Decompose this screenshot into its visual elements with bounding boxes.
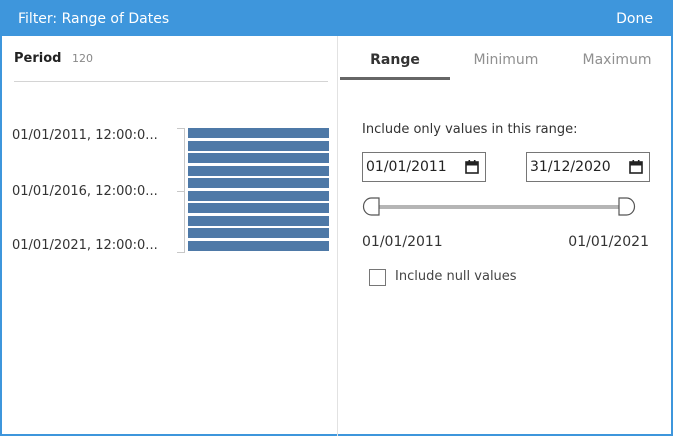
include-null-checkbox[interactable] [369,269,386,286]
tab-maximum[interactable]: Maximum [562,36,672,80]
field-name: Period [14,51,62,66]
tab-minimum[interactable]: Minimum [451,36,561,80]
histogram-bar [188,203,329,213]
filter-dialog: Filter: Range of Dates Done Period 120 0… [0,0,673,436]
end-date-input[interactable]: 31/12/2020 [526,152,650,182]
range-slider[interactable] [362,196,636,218]
histogram-bar [188,153,329,163]
axis-label-end: 01/01/2021, 12:00:0... [12,238,158,253]
include-null-label: Include null values [395,269,517,284]
field-count: 120 [72,52,93,65]
slider-max-label: 01/01/2021 [568,234,649,250]
slider-track[interactable] [372,205,626,209]
slider-handle-min[interactable] [362,197,380,216]
dialog-title: Filter: Range of Dates [18,11,170,27]
field-header: Period 120 [14,50,328,82]
histogram-bar [188,178,329,188]
axis-tick [177,191,184,192]
end-date-value: 31/12/2020 [530,159,611,175]
start-date-input[interactable]: 01/01/2011 [362,152,486,182]
histogram-bars [188,128,330,252]
field-histogram-pane: Period 120 01/01/2011, 12:00:0... 01/01/… [2,36,337,436]
histogram-bar [188,128,329,138]
slider-min-label: 01/01/2011 [362,234,443,250]
histogram-bar [188,166,329,176]
calendar-icon[interactable] [465,160,479,174]
histogram-bar [188,216,329,226]
range-pane: Range Minimum Maximum Include only value… [338,36,671,436]
histogram-bar [188,241,329,251]
axis-label-mid: 01/01/2016, 12:00:0... [12,184,158,199]
range-prompt: Include only values in this range: [362,122,578,137]
axis-tick [177,252,184,253]
dialog-titlebar: Filter: Range of Dates Done [2,2,671,36]
start-date-value: 01/01/2011 [366,159,447,175]
slider-handle-max[interactable] [618,197,636,216]
tab-range[interactable]: Range [340,36,450,80]
axis-tick [177,128,184,129]
histogram-bar [188,228,329,238]
done-button[interactable]: Done [616,10,653,28]
axis-label-start: 01/01/2011, 12:00:0... [12,128,158,143]
histogram-bar [188,141,329,151]
axis-line [184,128,185,253]
calendar-icon[interactable] [629,160,643,174]
histogram-bar [188,191,329,201]
